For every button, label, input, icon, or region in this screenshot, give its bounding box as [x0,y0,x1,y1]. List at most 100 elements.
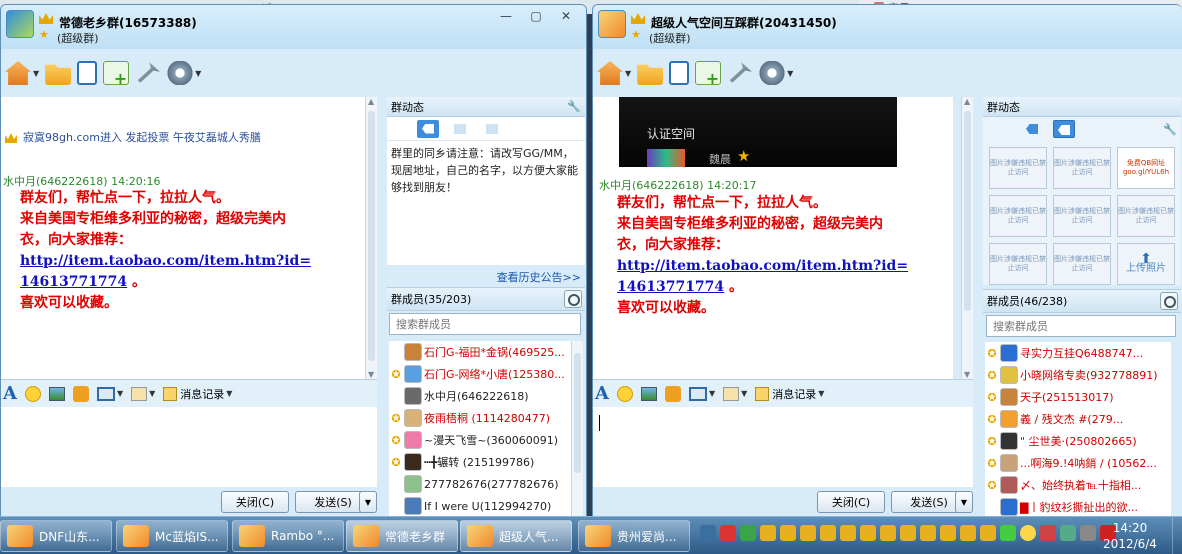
signal-icon[interactable] [1000,525,1016,541]
member-row[interactable]: ✪ " 尘世美·(250802665) [985,430,1171,452]
home-button[interactable]: ▼ [5,58,39,88]
view-history-link[interactable]: 查看历史公告>> [497,269,581,285]
board-button[interactable] [77,58,98,88]
emoji-button[interactable] [24,384,41,404]
group-avatar-icon[interactable] [6,10,34,38]
security-icon[interactable] [720,525,736,541]
message-input[interactable] [1,407,377,487]
member-row[interactable]: ✪ ┅╋辗转 (215199786) [389,451,571,473]
add-member-button[interactable] [695,58,722,88]
member-row[interactable]: 277782676(277782676) [389,473,571,495]
home-button[interactable]: ▼ [597,58,631,88]
qq-penguin-icon[interactable] [840,525,856,541]
image-button[interactable] [48,384,65,404]
tab-photos[interactable] [449,120,471,138]
maximize-button[interactable]: ▢ [528,9,544,23]
title-bar[interactable]: ★ 超级人气空间互踩群(20431450) (超级群) [593,5,1182,49]
gift-button[interactable] [664,384,681,404]
board-button[interactable] [669,58,690,88]
taskbar-item[interactable]: 常德老乡群 [346,520,458,552]
member-search-box[interactable] [986,315,1176,337]
wrench-icon[interactable]: 🔧 [1163,123,1177,136]
qq-penguin-icon[interactable] [900,525,916,541]
member-row[interactable]: 石门G-福田*金锅(469525... [389,341,571,363]
send-options-button[interactable]: ▼ [359,491,377,513]
group-notice[interactable]: 寂寞98gh.com进入 发起投票 午夜艾磊城人秀膳 [5,129,261,145]
shield-icon[interactable] [740,525,756,541]
message-history-button[interactable]: 消息记录 ▼ [163,384,232,404]
taskbar-item[interactable]: 贵州爱尚... [578,520,690,552]
search-icon[interactable] [564,290,582,308]
qq-penguin-icon[interactable] [860,525,876,541]
member-row[interactable]: ✪ 夜雨梧桐 (1114280477) [389,407,571,429]
title-bar[interactable]: ★ 常德老乡群(16573388) (超级群) — ▢ ✕ [1,5,586,49]
search-icon[interactable] [1160,292,1178,310]
member-search-input[interactable] [993,319,1175,333]
qq-penguin-icon[interactable] [960,525,976,541]
taobao-link-id[interactable]: 14613771774 [20,274,127,290]
member-row[interactable]: If I were U(112994270) [389,495,571,517]
message-input[interactable] [593,407,973,487]
member-row[interactable]: ✪ ...啊海9.!4呐銷 / (10562... [985,452,1171,474]
minimize-button[interactable]: — [498,9,514,23]
member-row[interactable]: ✪ 寻实力互挂Q6488747... [985,342,1171,364]
chat-history[interactable]: 寂寞98gh.com进入 发起投票 午夜艾磊城人秀膳 水中月(646222618… [1,97,365,379]
close-button[interactable]: 关闭(C) [817,491,885,513]
taobao-link-id[interactable]: 14613771774 [617,279,724,295]
qq-penguin-icon[interactable] [940,525,956,541]
taskbar-item[interactable]: DNF山东... [0,520,112,552]
photo-thumbnail[interactable]: 图片涉嫌违规已禁止访问 [989,195,1047,237]
group-avatar-icon[interactable] [598,10,626,38]
qq-penguin-icon[interactable] [820,525,836,541]
settings-button[interactable]: ▼ [759,58,793,88]
font-button[interactable]: A [595,383,609,404]
qq-penguin-icon[interactable] [980,525,996,541]
chat-scrollbar[interactable]: ▲ ▼ [961,97,973,379]
qq-penguin-icon[interactable] [780,525,796,541]
emoji-button[interactable] [616,384,633,404]
shake-button[interactable]: ▼ [723,384,747,404]
taskbar-item[interactable]: 超级人气... [460,520,572,552]
member-row[interactable]: ✪ ~漫天飞雪~(360060091) [389,429,571,451]
wrench-icon[interactable]: 🔧 [567,100,581,113]
add-icon[interactable] [1020,525,1036,541]
taobao-link[interactable]: http://item.taobao.com/item.htm?id= [617,258,908,274]
taskbar-item[interactable]: Mc蓝焰IS... [116,520,228,552]
qq-penguin-icon[interactable] [760,525,776,541]
app-icon[interactable] [1040,525,1056,541]
screenshot-button[interactable]: ▼ [96,384,123,404]
member-search-input[interactable] [396,317,580,331]
member-row[interactable]: ✪ 石门G-网络*小唐(125380... [389,363,571,385]
taobao-link[interactable]: http://item.taobao.com/item.htm?id= [20,253,311,269]
member-row[interactable]: 水中月(646222618) [389,385,571,407]
photo-thumbnail[interactable]: 图片涉嫌违规已禁止访问 [1053,147,1111,189]
tab-list[interactable] [481,120,503,138]
screenshot-button[interactable]: ▼ [688,384,715,404]
gift-button[interactable] [72,384,89,404]
taskbar-item[interactable]: Rambo °... [232,520,344,552]
close-window-button[interactable]: ✕ [558,9,574,23]
member-row[interactable]: ✪ 天子(251513017) [985,386,1171,408]
photo-thumbnail[interactable]: 图片涉嫌违规已禁止访问 [989,243,1047,285]
shake-button[interactable]: ▼ [131,384,155,404]
qq-penguin-icon[interactable] [880,525,896,541]
member-row[interactable]: ▇丨豹纹衫撕扯出的欲... [985,496,1171,517]
tab-photos[interactable] [1053,120,1075,138]
show-desktop-button[interactable] [1172,517,1182,554]
keyboard-icon[interactable] [700,525,716,541]
clock[interactable]: 14:20 2012/6/4 [1094,520,1166,552]
photo-thumbnail[interactable]: 图片涉嫌违规已禁止访问 [1053,195,1111,237]
shared-files-button[interactable] [637,58,664,88]
photo-thumbnail[interactable]: 免费QB网址 goo.gl/YUL6h [1117,147,1175,189]
member-row[interactable]: ✪ 〆、始终执着℡十指相... [985,474,1171,496]
add-member-button[interactable] [103,58,130,88]
image-button[interactable] [640,384,657,404]
qq-penguin-icon[interactable] [920,525,936,541]
message-history-button[interactable]: 消息记录 ▼ [755,384,824,404]
tools-button[interactable] [135,58,161,88]
member-row[interactable]: ✪ 小晓网络专卖(932778891) [985,364,1171,386]
tab-announcement[interactable] [1021,120,1043,138]
member-search-box[interactable] [389,313,581,335]
chat-scrollbar[interactable]: ▲ ▼ [365,97,377,379]
shared-files-button[interactable] [45,58,72,88]
